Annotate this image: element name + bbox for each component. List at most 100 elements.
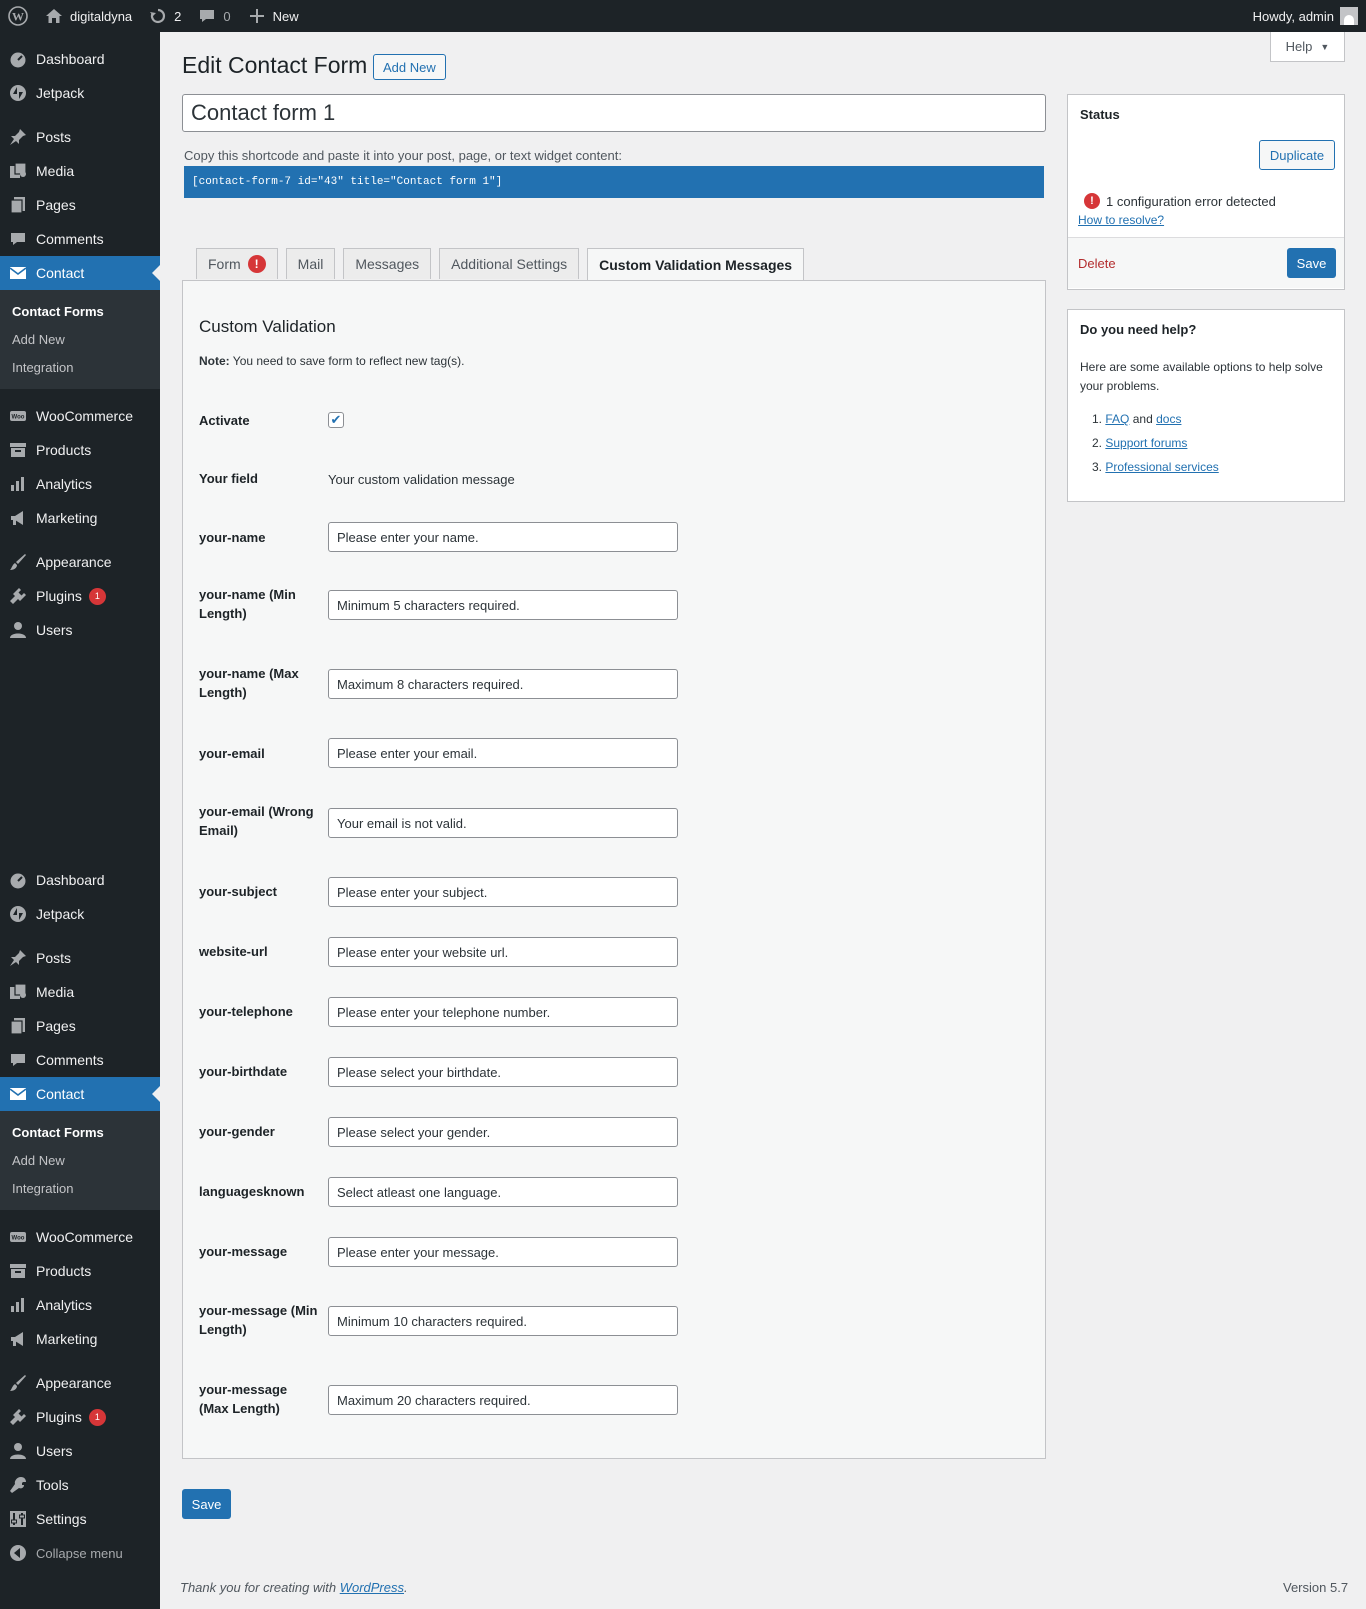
avatar: [1340, 7, 1358, 25]
validation-message-input[interactable]: Maximum 8 characters required.: [328, 669, 678, 699]
menu-item-marketing[interactable]: Marketing: [0, 1322, 160, 1356]
submenu-add-new[interactable]: Add New: [0, 1146, 160, 1174]
validation-message-input[interactable]: Minimum 5 characters required.: [328, 590, 678, 620]
menu-item-analytics[interactable]: Analytics: [0, 1288, 160, 1322]
menu-item-contact[interactable]: Contact: [0, 1077, 160, 1111]
submenu-integration[interactable]: Integration: [0, 1174, 160, 1202]
validation-message-input[interactable]: Maximum 20 characters required.: [328, 1385, 678, 1415]
tab-custom-validation-messages[interactable]: Custom Validation Messages: [587, 248, 805, 280]
menu-label: Jetpack: [36, 85, 85, 101]
menu-item-woocommerce[interactable]: Woo WooCommerce: [0, 399, 160, 433]
menu-item-media[interactable]: Media: [0, 975, 160, 1009]
faq-link[interactable]: FAQ: [1105, 412, 1129, 426]
wordpress-link[interactable]: WordPress: [340, 1580, 404, 1595]
duplicate-button[interactable]: Duplicate: [1259, 140, 1335, 170]
menu-item-jetpack[interactable]: Jetpack: [0, 76, 160, 110]
validation-message-input[interactable]: Please select your birthdate.: [328, 1057, 678, 1087]
account-menu[interactable]: Howdy, admin: [1253, 0, 1358, 32]
menu-label: Jetpack: [36, 906, 85, 922]
settings-icon: [8, 1509, 28, 1529]
menu-item-plugins[interactable]: Plugins 1: [0, 579, 160, 613]
menu-item-products[interactable]: Products: [0, 1254, 160, 1288]
menu-item-dashboard[interactable]: Dashboard: [0, 863, 160, 897]
contact-submenu: Contact Forms Add New Integration: [0, 1111, 160, 1210]
comments-link[interactable]: 0: [189, 0, 238, 32]
editor-tabs: Form! Mail Messages Additional Settings …: [196, 248, 812, 280]
new-content-link[interactable]: New: [239, 0, 307, 32]
submenu-add-new[interactable]: Add New: [0, 325, 160, 353]
site-name-link[interactable]: digitaldyna: [36, 0, 140, 32]
delete-link[interactable]: Delete: [1078, 256, 1116, 271]
menu-label: Posts: [36, 950, 72, 966]
validation-message-input[interactable]: Please select your gender.: [328, 1117, 678, 1147]
professional-services-link[interactable]: Professional services: [1105, 460, 1218, 474]
validation-message-input[interactable]: Select atleast one language.: [328, 1177, 678, 1207]
docs-link[interactable]: docs: [1156, 412, 1181, 426]
menu-item-products[interactable]: Products: [0, 433, 160, 467]
validation-message-input[interactable]: Please enter your telephone number.: [328, 997, 678, 1027]
menu-item-tools[interactable]: Tools: [0, 1468, 160, 1502]
submenu-contact-forms[interactable]: Contact Forms: [0, 1118, 160, 1146]
status-save-button[interactable]: Save: [1287, 248, 1336, 278]
menu-label: Marketing: [36, 1331, 98, 1347]
menu-item-pages[interactable]: Pages: [0, 188, 160, 222]
pin-icon: [8, 948, 28, 968]
mail-icon: [8, 263, 28, 283]
validation-message-input[interactable]: Minimum 10 characters required.: [328, 1306, 678, 1336]
list-text: and: [1132, 412, 1153, 426]
tab-mail[interactable]: Mail: [285, 248, 336, 279]
chart-bar-icon: [8, 474, 28, 494]
tab-additional-settings[interactable]: Additional Settings: [439, 248, 580, 279]
field-label: your-message (Min Length): [199, 1303, 318, 1337]
validation-message-input[interactable]: Your email is not valid.: [328, 808, 678, 838]
menu-item-dashboard[interactable]: Dashboard: [0, 42, 160, 76]
media-icon: [8, 161, 28, 181]
submenu-contact-forms[interactable]: Contact Forms: [0, 297, 160, 325]
add-new-button[interactable]: Add New: [373, 54, 446, 80]
validation-message-input[interactable]: Please enter your name.: [328, 522, 678, 552]
collapse-menu-button[interactable]: Collapse menu: [0, 1536, 160, 1570]
menu-item-appearance[interactable]: Appearance: [0, 545, 160, 579]
updates-link[interactable]: 2: [140, 0, 189, 32]
help-box-text: Here are some available options to help …: [1080, 360, 1323, 393]
validation-message-input[interactable]: Please enter your email.: [328, 738, 678, 768]
menu-item-contact[interactable]: Contact: [0, 256, 160, 290]
users-icon: [8, 1441, 28, 1461]
form-title-input[interactable]: Contact form 1: [182, 94, 1046, 132]
menu-item-appearance[interactable]: Appearance: [0, 1366, 160, 1400]
help-tab-button[interactable]: Help ▼: [1270, 32, 1345, 62]
validation-message-input[interactable]: Please enter your subject.: [328, 877, 678, 907]
menu-label: Comments: [36, 231, 104, 247]
activate-checkbox[interactable]: ✔: [328, 412, 344, 428]
menu-item-pages[interactable]: Pages: [0, 1009, 160, 1043]
field-label: your-email: [199, 746, 265, 761]
menu-item-jetpack[interactable]: Jetpack: [0, 897, 160, 931]
menu-item-analytics[interactable]: Analytics: [0, 467, 160, 501]
menu-item-settings[interactable]: Settings: [0, 1502, 160, 1536]
validation-message-input[interactable]: Please enter your website url.: [328, 937, 678, 967]
menu-item-comments[interactable]: Comments: [0, 222, 160, 256]
menu-item-posts[interactable]: Posts: [0, 120, 160, 154]
help-box: Do you need help? Here are some availabl…: [1067, 309, 1345, 502]
menu-item-users[interactable]: Users: [0, 1434, 160, 1468]
new-label: New: [272, 8, 299, 24]
save-button[interactable]: Save: [182, 1489, 231, 1519]
menu-label: Dashboard: [36, 872, 105, 888]
how-to-resolve-link[interactable]: How to resolve?: [1078, 213, 1164, 227]
menu-item-posts[interactable]: Posts: [0, 941, 160, 975]
menu-item-comments[interactable]: Comments: [0, 1043, 160, 1077]
menu-item-woocommerce[interactable]: Woo WooCommerce: [0, 1220, 160, 1254]
menu-item-media[interactable]: Media: [0, 154, 160, 188]
plug-icon: [8, 1407, 28, 1427]
note-label: Note:: [199, 354, 230, 368]
tab-messages[interactable]: Messages: [343, 248, 432, 279]
menu-item-users[interactable]: Users: [0, 613, 160, 647]
shortcode-field[interactable]: [contact-form-7 id="43" title="Contact f…: [184, 166, 1044, 198]
support-forums-link[interactable]: Support forums: [1105, 436, 1187, 450]
submenu-integration[interactable]: Integration: [0, 353, 160, 381]
tab-form[interactable]: Form!: [196, 248, 278, 279]
menu-item-plugins[interactable]: Plugins 1: [0, 1400, 160, 1434]
validation-message-input[interactable]: Please enter your message.: [328, 1237, 678, 1267]
menu-item-marketing[interactable]: Marketing: [0, 501, 160, 535]
wordpress-logo-button[interactable]: W: [0, 0, 36, 32]
